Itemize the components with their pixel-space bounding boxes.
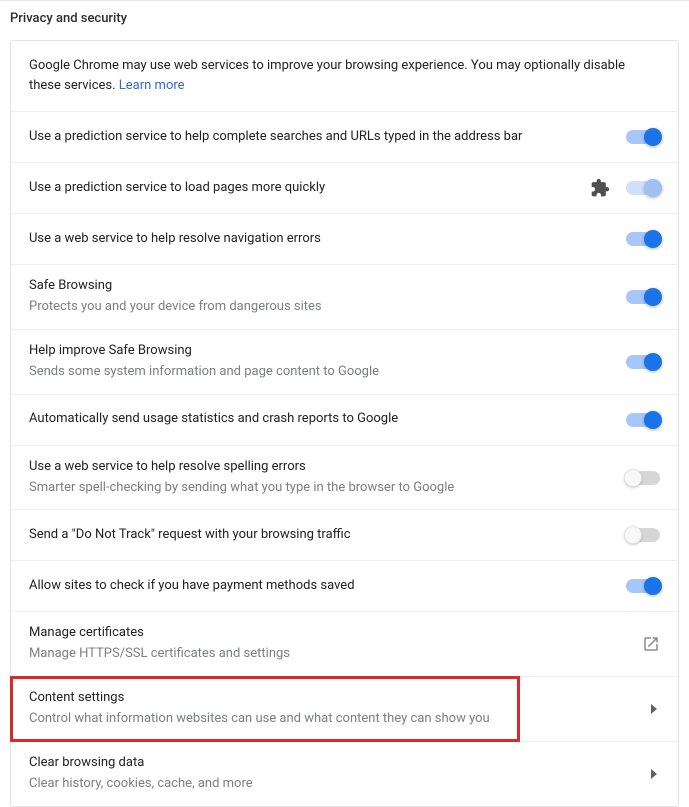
learn-more-link[interactable]: Learn more (119, 78, 185, 93)
row-text: Use a web service to help resolve spelli… (29, 446, 626, 510)
row-text: Clear browsing data Clear history, cooki… (29, 742, 650, 806)
toggle-nav-errors[interactable] (626, 232, 660, 246)
row-text: Safe Browsing Protects you and your devi… (29, 265, 626, 329)
row-certificates[interactable]: Manage certificates Manage HTTPS/SSL cer… (11, 612, 678, 677)
row-text: Use a web service to help resolve naviga… (29, 218, 626, 261)
row-subtitle: Manage HTTPS/SSL certificates and settin… (29, 645, 642, 664)
row-title: Allow sites to check if you have payment… (29, 577, 626, 596)
row-title: Automatically send usage statistics and … (29, 410, 626, 429)
row-clear-data[interactable]: Clear browsing data Clear history, cooki… (11, 742, 678, 806)
row-subtitle: Control what information websites can us… (29, 710, 650, 729)
row-title: Content settings (29, 689, 650, 708)
row-title: Clear browsing data (29, 754, 650, 773)
row-text: Use a prediction service to help complet… (29, 116, 626, 159)
row-title: Manage certificates (29, 624, 642, 643)
row-subtitle: Protects you and your device from danger… (29, 298, 626, 317)
row-content-settings[interactable]: Content settings Control what informatio… (11, 677, 678, 742)
row-dnt: Send a "Do Not Track" request with your … (11, 510, 678, 561)
row-title: Safe Browsing (29, 277, 626, 296)
chevron-right-icon (650, 769, 660, 779)
row-text: Manage certificates Manage HTTPS/SSL cer… (29, 612, 642, 676)
row-text: Help improve Safe Browsing Sends some sy… (29, 330, 626, 394)
row-subtitle: Smarter spell-checking by sending what y… (29, 479, 626, 498)
open-external-icon (642, 635, 660, 653)
row-title: Use a web service to help resolve naviga… (29, 230, 626, 249)
intro-text: Google Chrome may use web services to im… (29, 56, 660, 96)
row-spelling: Use a web service to help resolve spelli… (11, 446, 678, 511)
row-prediction-search: Use a prediction service to help complet… (11, 112, 678, 163)
row-text: Send a "Do Not Track" request with your … (29, 514, 626, 557)
toggle-prediction-search[interactable] (626, 130, 660, 144)
row-title: Use a prediction service to load pages m… (29, 179, 590, 198)
toggle-spelling[interactable] (626, 471, 660, 485)
row-payment: Allow sites to check if you have payment… (11, 561, 678, 612)
toggle-crash-reports[interactable] (626, 413, 660, 427)
row-text: Use a prediction service to load pages m… (29, 167, 590, 210)
toggle-prediction-pages[interactable] (626, 181, 660, 195)
chevron-right-icon (650, 704, 660, 714)
row-text: Automatically send usage statistics and … (29, 398, 626, 441)
row-crash-reports: Automatically send usage statistics and … (11, 395, 678, 446)
row-subtitle: Sends some system information and page c… (29, 363, 626, 382)
row-nav-errors: Use a web service to help resolve naviga… (11, 214, 678, 265)
row-text: Allow sites to check if you have payment… (29, 565, 626, 608)
intro-row: Google Chrome may use web services to im… (11, 41, 678, 112)
settings-card: Google Chrome may use web services to im… (10, 40, 679, 807)
toggle-dnt[interactable] (626, 528, 660, 542)
toggle-improve-sb[interactable] (626, 355, 660, 369)
row-title: Send a "Do Not Track" request with your … (29, 526, 626, 545)
row-title: Use a prediction service to help complet… (29, 128, 626, 147)
toggle-payment[interactable] (626, 579, 660, 593)
row-text: Content settings Control what informatio… (29, 677, 650, 741)
row-safe-browsing: Safe Browsing Protects you and your devi… (11, 265, 678, 330)
extension-icon (590, 178, 610, 198)
row-improve-sb: Help improve Safe Browsing Sends some sy… (11, 330, 678, 395)
row-title: Help improve Safe Browsing (29, 342, 626, 361)
row-prediction-pages: Use a prediction service to load pages m… (11, 163, 678, 214)
row-title: Use a web service to help resolve spelli… (29, 458, 626, 477)
row-subtitle: Clear history, cookies, cache, and more (29, 775, 650, 794)
section-header: Privacy and security (0, 1, 689, 40)
toggle-safe-browsing[interactable] (626, 290, 660, 304)
